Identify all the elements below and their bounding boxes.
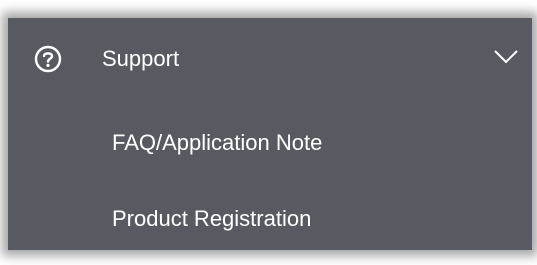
menu-item-label: Product Registration [112,206,312,231]
menu-item-product-registration[interactable]: Product Registration [8,186,532,252]
chevron-down-icon[interactable] [493,49,519,65]
menu-item-faq-application-note[interactable]: FAQ/Application Note [8,110,532,176]
menu-item-label: FAQ/Application Note [112,130,323,155]
support-menu-label: Support [102,46,180,71]
help-circle-icon [34,45,62,73]
support-menu-panel: Support FAQ/Application Note Product Reg… [8,18,532,250]
support-menu-header[interactable]: Support [8,18,532,100]
